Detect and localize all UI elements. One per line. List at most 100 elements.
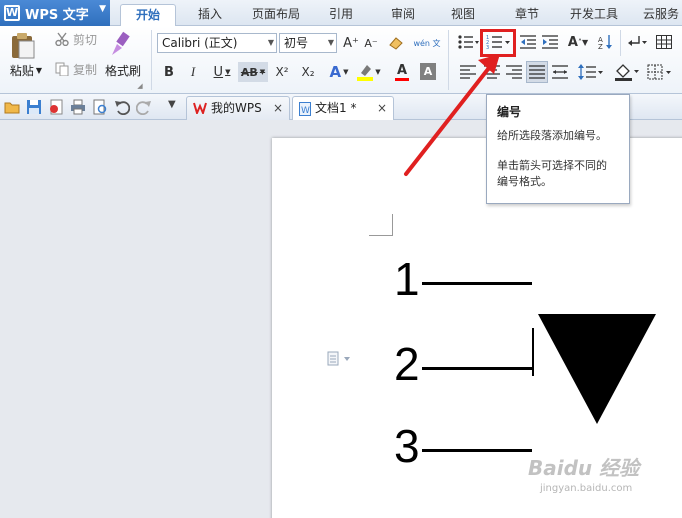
highlighter-icon <box>357 65 374 81</box>
underline-button[interactable]: U ▼ <box>208 62 236 82</box>
print-icon[interactable] <box>70 99 86 115</box>
bold-button[interactable]: B <box>160 62 178 82</box>
increase-indent-button[interactable] <box>540 32 560 52</box>
tab-cloud[interactable]: 云服务 <box>636 4 682 26</box>
close-icon[interactable]: × <box>273 97 283 119</box>
shrink-font-icon: A⁻ <box>364 36 378 50</box>
highlight-button[interactable]: ▼ <box>356 62 382 82</box>
font-size-value: 初号 <box>284 36 309 50</box>
divider <box>448 30 449 90</box>
font-color-button[interactable]: A <box>388 62 416 82</box>
paste-button[interactable] <box>8 30 38 60</box>
sort-button[interactable]: A Z <box>596 32 616 52</box>
tab-developer[interactable]: 开发工具 <box>562 4 626 26</box>
shrink-font-button[interactable]: A⁻ <box>362 33 380 53</box>
tab-insert[interactable]: 插入 <box>186 4 234 26</box>
app-title: WPS 文字 <box>25 7 89 23</box>
border-icon <box>647 64 671 80</box>
justify-button[interactable] <box>526 61 548 83</box>
font-size-select[interactable]: 初号 ▼ <box>279 33 337 53</box>
sort-az-icon: A Z <box>598 35 612 50</box>
tab-page-layout[interactable]: 页面布局 <box>244 4 308 26</box>
line-spacing-button[interactable] <box>576 62 606 82</box>
copy-button[interactable]: 复制 <box>52 60 100 78</box>
chevron-down-icon: ˄▼ <box>577 37 589 47</box>
redo-icon[interactable] <box>136 99 152 115</box>
font-color-icon: A <box>396 62 408 78</box>
close-icon[interactable]: × <box>377 97 387 119</box>
shading-button[interactable] <box>612 62 642 82</box>
strikethrough-button[interactable]: AB ▼ <box>238 62 268 82</box>
watermark-url: jingyan.baidu.com <box>540 483 633 494</box>
list-line <box>422 282 532 285</box>
divider <box>151 30 152 90</box>
chevron-down-icon: ▼ <box>375 68 381 76</box>
clear-format-button[interactable] <box>386 33 406 53</box>
borders-button[interactable] <box>645 62 675 82</box>
subscript-button[interactable]: X₂ <box>298 62 318 82</box>
open-folder-icon[interactable] <box>4 99 20 115</box>
paste-label: 粘贴 <box>9 63 34 78</box>
copy-icon <box>55 62 69 76</box>
align-center-icon <box>484 65 500 79</box>
tab-home[interactable]: 开始 <box>120 4 176 26</box>
print-preview-icon[interactable] <box>92 99 108 115</box>
paint-bucket-icon <box>615 64 639 81</box>
font-name-select[interactable]: Calibri (正文) ▼ <box>157 33 277 53</box>
chevron-down-icon: ▼ <box>343 68 349 76</box>
align-right-button[interactable] <box>504 62 524 82</box>
superscript-button[interactable]: X² <box>272 62 292 82</box>
tab-references[interactable]: 引用 <box>318 4 364 26</box>
app-menu-button[interactable]: W WPS 文字 ▼ <box>0 0 110 26</box>
tab-chapter[interactable]: 章节 <box>504 4 550 26</box>
paragraph-mark-button[interactable] <box>624 32 650 52</box>
list-number: 1 <box>394 253 420 305</box>
page-margin-marker <box>369 214 393 236</box>
dialog-launcher-icon[interactable]: ◢ <box>136 82 144 90</box>
distributed-button[interactable] <box>550 62 570 82</box>
grow-font-icon: A⁺ <box>343 35 359 51</box>
superscript-icon: X² <box>275 65 289 79</box>
document-icon: W <box>299 102 311 116</box>
save-icon[interactable] <box>26 99 42 115</box>
text-effect-button[interactable]: A ▼ <box>326 62 352 82</box>
phonetic-guide-button[interactable]: wén 文 <box>412 31 442 55</box>
tab-view[interactable]: 视图 <box>440 4 486 26</box>
chevron-down-icon[interactable]: ▼ <box>168 99 184 115</box>
paste-label-row[interactable]: 粘贴 ▼ <box>6 62 46 78</box>
format-painter-button[interactable] <box>106 30 136 58</box>
distribute-icon <box>552 65 568 79</box>
change-case-button[interactable]: A ˄▼ <box>563 32 593 52</box>
paragraph-layout-icon[interactable] <box>327 351 353 367</box>
brush-icon <box>112 31 130 55</box>
subscript-icon: X₂ <box>301 65 315 79</box>
tooltip-hint-continued: 编号格式。 <box>497 175 552 188</box>
outdent-icon <box>520 35 536 49</box>
chevron-down-icon: ▼ <box>99 4 106 14</box>
tab-document1[interactable]: W 文档1 * × <box>292 96 394 120</box>
tooltip-hint: 单击箭头可选择不同的 <box>497 159 607 172</box>
chevron-down-icon: ▼ <box>259 68 266 76</box>
table-button[interactable] <box>654 32 674 52</box>
grow-font-button[interactable]: A⁺ <box>342 33 360 53</box>
phonetic-icon: wén 文 <box>413 38 441 48</box>
decrease-indent-button[interactable] <box>518 32 538 52</box>
italic-button[interactable]: I <box>184 62 202 82</box>
align-center-button[interactable] <box>482 62 502 82</box>
export-pdf-icon[interactable] <box>48 99 64 115</box>
tab-review[interactable]: 审阅 <box>380 4 426 26</box>
undo-icon[interactable] <box>114 99 130 115</box>
align-justify-icon <box>529 65 545 79</box>
text-cursor <box>532 328 534 376</box>
menu-bar: W WPS 文字 ▼ 开始 插入 页面布局 引用 审阅 视图 章节 开发工具 云… <box>0 0 682 26</box>
tab-my-wps[interactable]: 我的WPS × <box>186 96 290 120</box>
list-number: 3 <box>394 420 420 472</box>
strikethrough-icon: AB <box>240 65 258 79</box>
align-left-button[interactable] <box>458 62 478 82</box>
tooltip-title: 编号 <box>497 105 522 119</box>
change-case-icon: A <box>567 34 578 50</box>
char-shading-button[interactable]: A <box>420 63 436 80</box>
text-effect-icon: A <box>329 63 342 81</box>
bullets-button[interactable] <box>456 32 480 52</box>
cut-button[interactable]: 剪切 <box>52 30 100 48</box>
